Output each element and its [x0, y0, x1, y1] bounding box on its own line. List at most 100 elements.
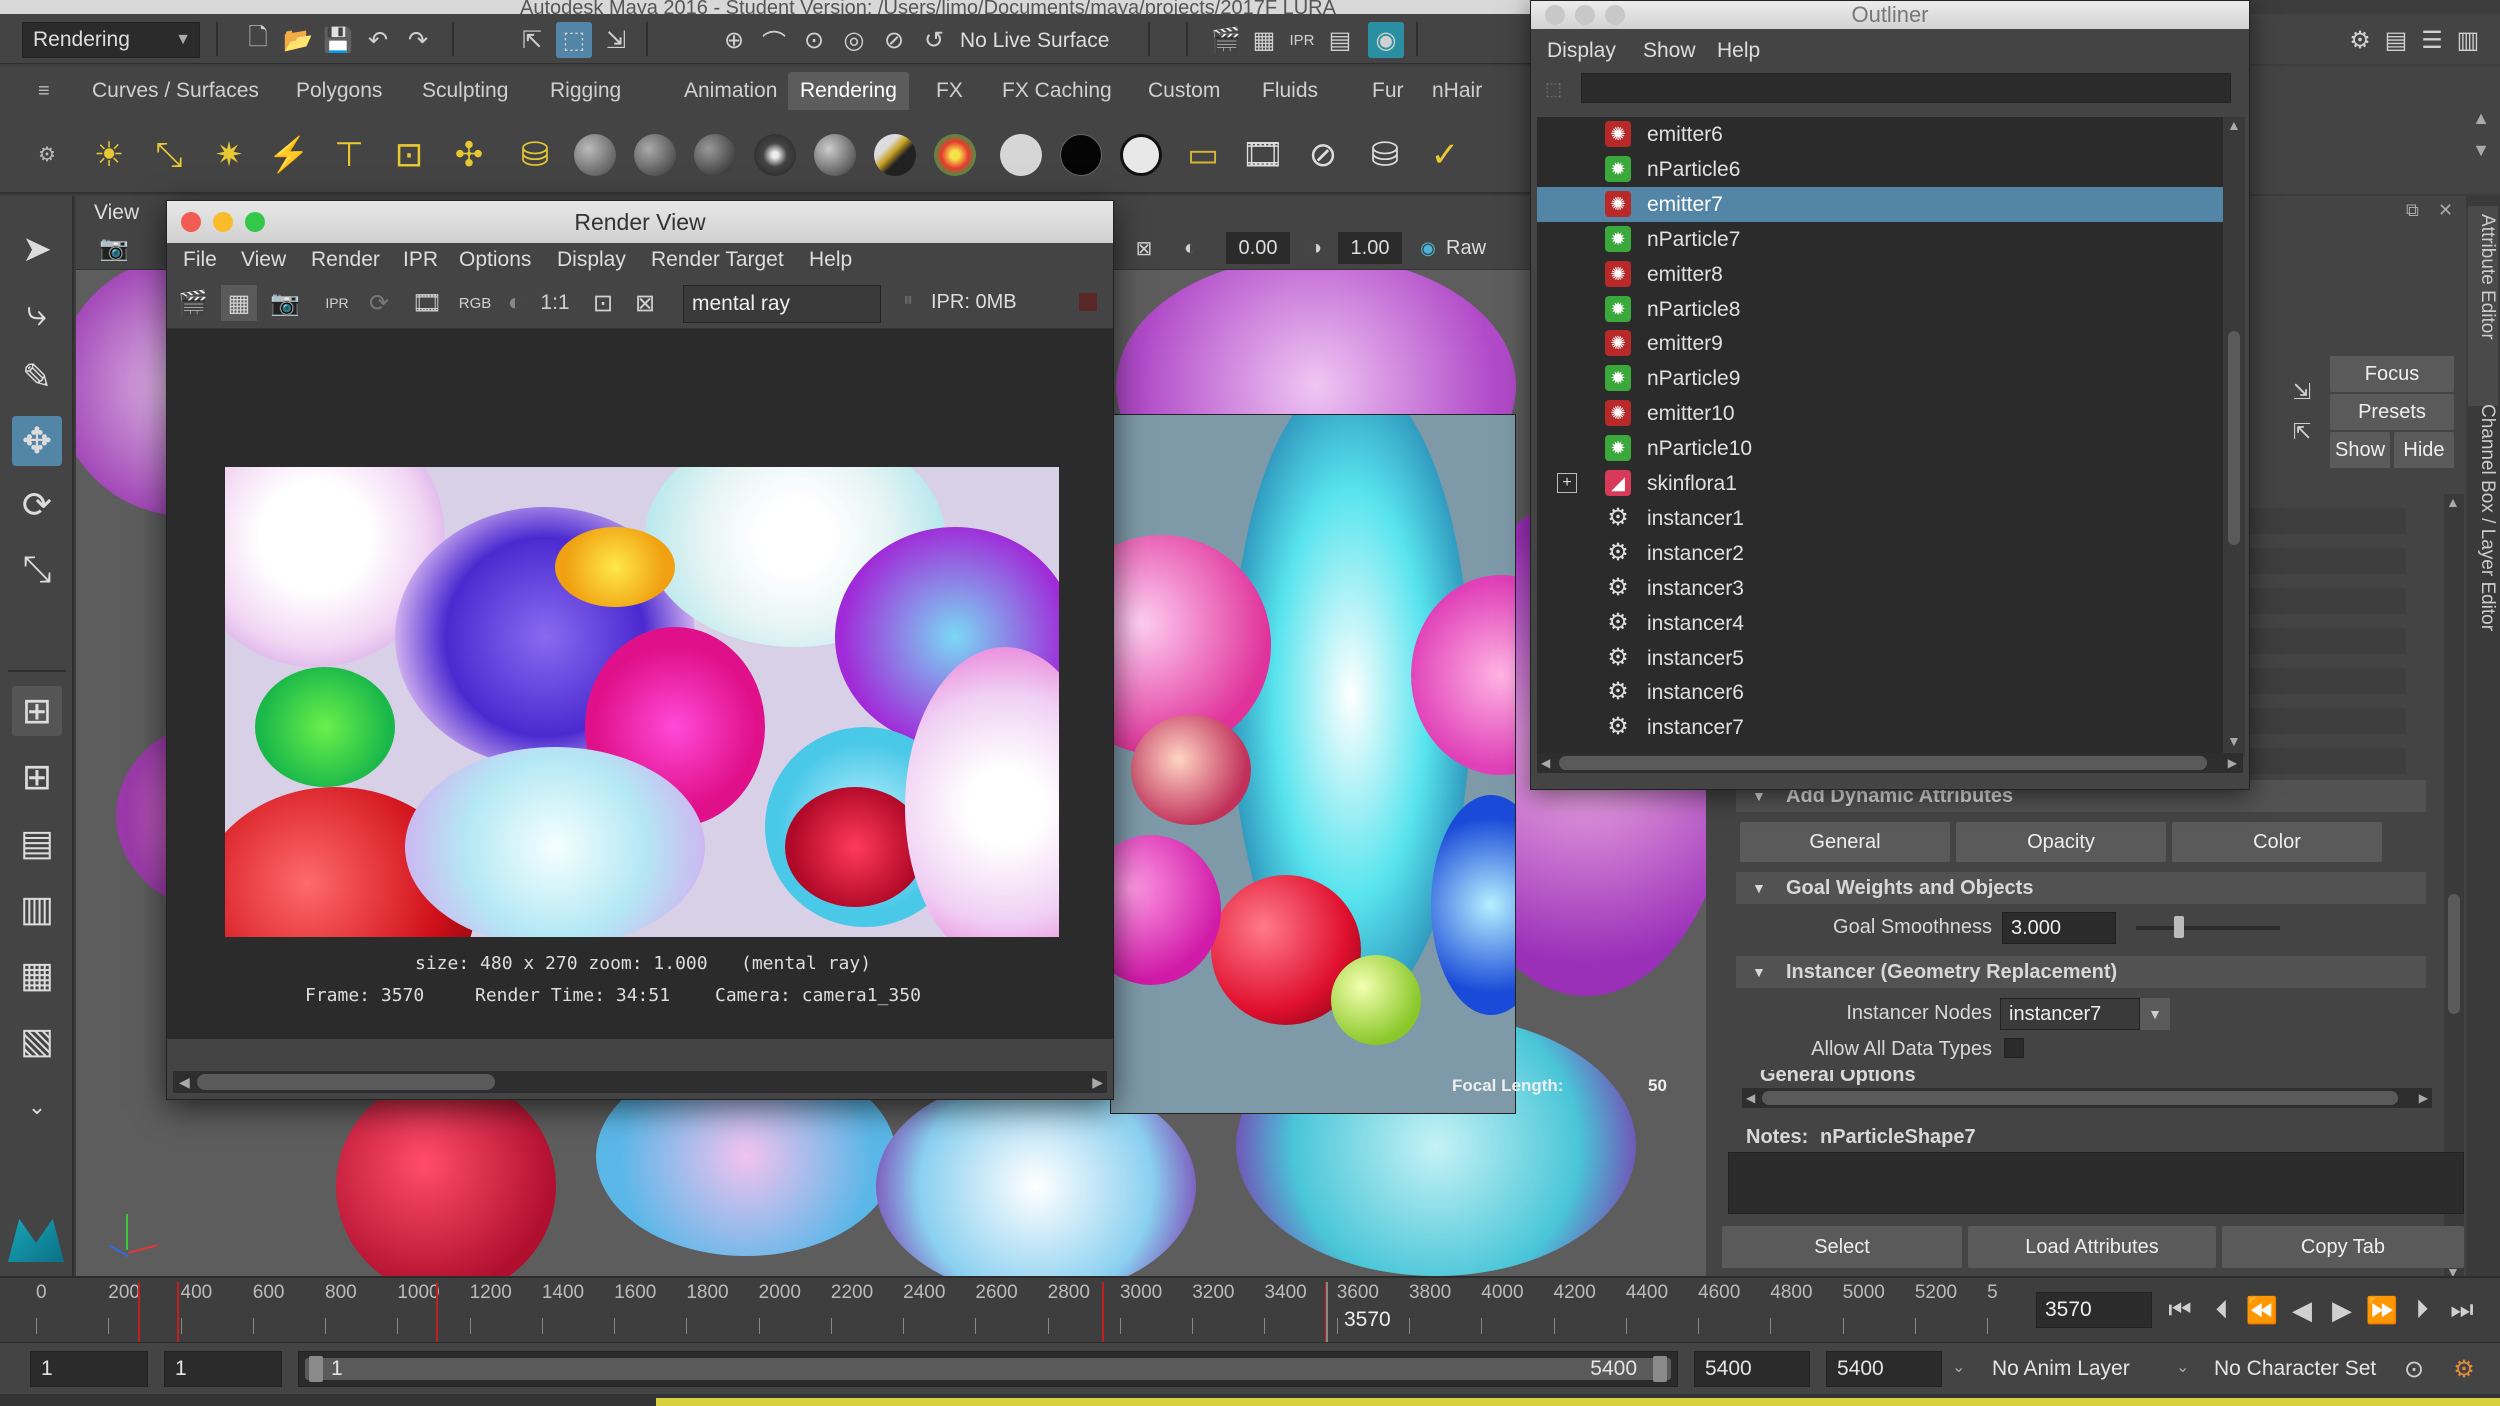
step-back-key-icon[interactable]: ⏪ [2244, 1292, 2280, 1328]
range-end-grip[interactable] [1653, 1356, 1667, 1382]
anisotropic-sphere-icon[interactable] [814, 134, 856, 176]
menu-display[interactable]: Display [1547, 29, 1616, 73]
tab-rendering[interactable]: Rendering [788, 72, 909, 110]
snapshot-icon[interactable]: 📷 [267, 285, 303, 321]
render-settings-icon[interactable]: 🎞 [409, 285, 445, 321]
exposure-icon[interactable]: ◐ [1172, 230, 1208, 266]
attribute-editor-toggle-icon[interactable]: ▤ [2378, 22, 2414, 58]
goal-smoothness-slider[interactable] [2136, 916, 2280, 938]
outliner-item[interactable]: ⚙ instancer4 [1537, 606, 2223, 641]
attr-hscrollbar[interactable]: ◀ ▶ [1742, 1088, 2432, 1108]
close-panel-icon[interactable]: ✕ [2438, 200, 2453, 221]
close-icon[interactable] [1545, 5, 1565, 25]
color-management-icon[interactable]: ◉ [1410, 230, 1446, 266]
step-forward-key-icon[interactable]: ⏩ [2364, 1292, 2400, 1328]
open-scene-icon[interactable]: 📂 [280, 22, 316, 58]
tab-fx-caching[interactable]: FX Caching [990, 72, 1124, 110]
scroll-thumb[interactable] [1559, 756, 2207, 770]
phonge-sphere-icon[interactable] [754, 134, 796, 176]
camera-select-icon[interactable]: 📷 [96, 230, 132, 266]
undo-icon[interactable]: ↶ [360, 22, 396, 58]
scale-tool-icon[interactable]: ⤡ [12, 544, 62, 594]
directional-light-icon[interactable]: ⤡ [146, 132, 192, 178]
menu-display[interactable]: Display [557, 243, 626, 277]
snap-point-icon[interactable]: ⊙ [796, 22, 832, 58]
channel-box-toggle-icon[interactable]: ▥ [2450, 22, 2486, 58]
scroll-left-icon[interactable]: ◀ [179, 1071, 190, 1093]
render-view-titlebar[interactable]: Render View [167, 201, 1113, 243]
gamma-field[interactable]: 1.00 [1338, 232, 1402, 264]
lambert-sphere-icon[interactable] [574, 134, 616, 176]
tab-attribute-editor[interactable]: Attribute Editor [2468, 206, 2498, 406]
rgb-channels-icon[interactable]: RGB [457, 285, 493, 321]
tab-polygons[interactable]: Polygons [284, 72, 394, 110]
render-check-icon[interactable]: ✓ [1422, 132, 1468, 178]
snap-view-icon[interactable]: ◎ [836, 22, 872, 58]
blinn-sphere-icon[interactable] [634, 134, 676, 176]
keyframe-marker[interactable] [177, 1282, 180, 1342]
outliner-item[interactable]: ⚙ instancer2 [1537, 536, 2223, 571]
focus-button[interactable]: Focus [2330, 356, 2454, 392]
outliner-item[interactable]: ✺ emitter6 [1537, 117, 2223, 152]
maximize-icon[interactable] [1605, 5, 1625, 25]
keyframe-marker[interactable] [1102, 1282, 1105, 1342]
menu-show[interactable]: Show [1643, 29, 1696, 73]
snap-grid-icon[interactable]: ⊕ [716, 22, 752, 58]
scroll-thumb[interactable] [197, 1074, 495, 1090]
new-scene-icon[interactable]: 🗋 [240, 22, 276, 58]
character-set-dropdown[interactable]: No Character Set [2200, 1351, 2386, 1387]
shelf-scroll-down-icon[interactable]: ▼ [2472, 140, 2490, 161]
copy-tab-button[interactable]: Copy Tab [2222, 1226, 2464, 1268]
renderer-dropdown[interactable]: mental ray [683, 285, 881, 323]
xray-icon[interactable]: ⊠ [1126, 230, 1162, 266]
outlined-sphere-icon[interactable] [1120, 134, 1162, 176]
scroll-up-icon[interactable]: ▲ [2446, 494, 2460, 510]
auto-key-icon[interactable]: ⊙ [2396, 1351, 2432, 1387]
menu-ipr[interactable]: IPR [403, 243, 438, 277]
render-region-icon[interactable]: ▦ [221, 285, 257, 321]
ipr-render-icon[interactable]: IPR [1284, 22, 1320, 58]
outliner-search-input[interactable] [1581, 73, 2231, 103]
current-time-indicator[interactable] [1325, 1282, 1328, 1342]
outliner-item[interactable]: ✹ nParticle10 [1537, 431, 2223, 466]
range-slider[interactable]: 1 5400 [298, 1351, 1678, 1387]
keyframe-marker[interactable] [435, 1282, 438, 1342]
scroll-thumb[interactable] [2228, 331, 2240, 545]
shelf-scroll-up-icon[interactable]: ▲ [2472, 108, 2490, 129]
rotate-tool-icon[interactable]: ⟳ [12, 480, 62, 530]
range-slider-handle[interactable] [305, 1358, 1671, 1380]
go-to-start-icon[interactable]: ⏮ [2162, 1292, 2198, 1328]
expand-icon[interactable]: + [1557, 473, 1577, 493]
outliner-layout-icon[interactable]: ▤ [12, 818, 62, 868]
black-sphere-icon[interactable] [1060, 134, 1102, 176]
scroll-down-icon[interactable]: ▼ [2227, 733, 2241, 749]
scroll-left-icon[interactable]: ◀ [1541, 753, 1550, 773]
outliner-item[interactable]: ✹ nParticle6 [1537, 152, 2223, 187]
outliner-vscrollbar[interactable]: ▲ ▼ [2223, 117, 2245, 757]
presets-button[interactable]: Presets [2330, 394, 2454, 430]
view-transform-label[interactable]: Raw [1446, 232, 1486, 264]
step-forward-frame-icon[interactable]: ⏵ [2404, 1292, 2440, 1328]
tab-fur[interactable]: Fur [1360, 72, 1416, 110]
tab-channel-box[interactable]: Channel Box / Layer Editor [2468, 396, 2498, 636]
batch-render-icon[interactable]: 🎞 [1240, 132, 1286, 178]
go-to-end-icon[interactable]: ⏭ [2444, 1292, 2480, 1328]
select-object-icon[interactable]: ⬚ [556, 22, 592, 58]
menu-render-target[interactable]: Render Target [651, 243, 784, 277]
tab-fluids[interactable]: Fluids [1250, 72, 1330, 110]
tool-settings-icon[interactable]: ☰ [2414, 22, 2450, 58]
spot-light-icon[interactable]: ⚡ [266, 132, 312, 178]
menu-view[interactable]: View [241, 243, 286, 277]
minimize-icon[interactable] [213, 212, 233, 232]
color-button[interactable]: Color [2172, 822, 2382, 862]
render-view-icon[interactable]: ◉ [1368, 22, 1404, 58]
maximize-icon[interactable] [245, 212, 265, 232]
outliner-item[interactable]: ✹ nParticle7 [1537, 222, 2223, 257]
general-button[interactable]: General [1740, 822, 1950, 862]
render-view-hscrollbar[interactable]: ◀ ▶ [173, 1071, 1107, 1093]
outliner-item[interactable]: ✺ emitter10 [1537, 396, 2223, 431]
tab-sculpting[interactable]: Sculpting [410, 72, 520, 110]
live-surface-label[interactable]: No Live Surface [960, 24, 1109, 58]
tab-animation[interactable]: Animation [672, 72, 789, 110]
tab-nhair[interactable]: nHair [1420, 72, 1494, 110]
